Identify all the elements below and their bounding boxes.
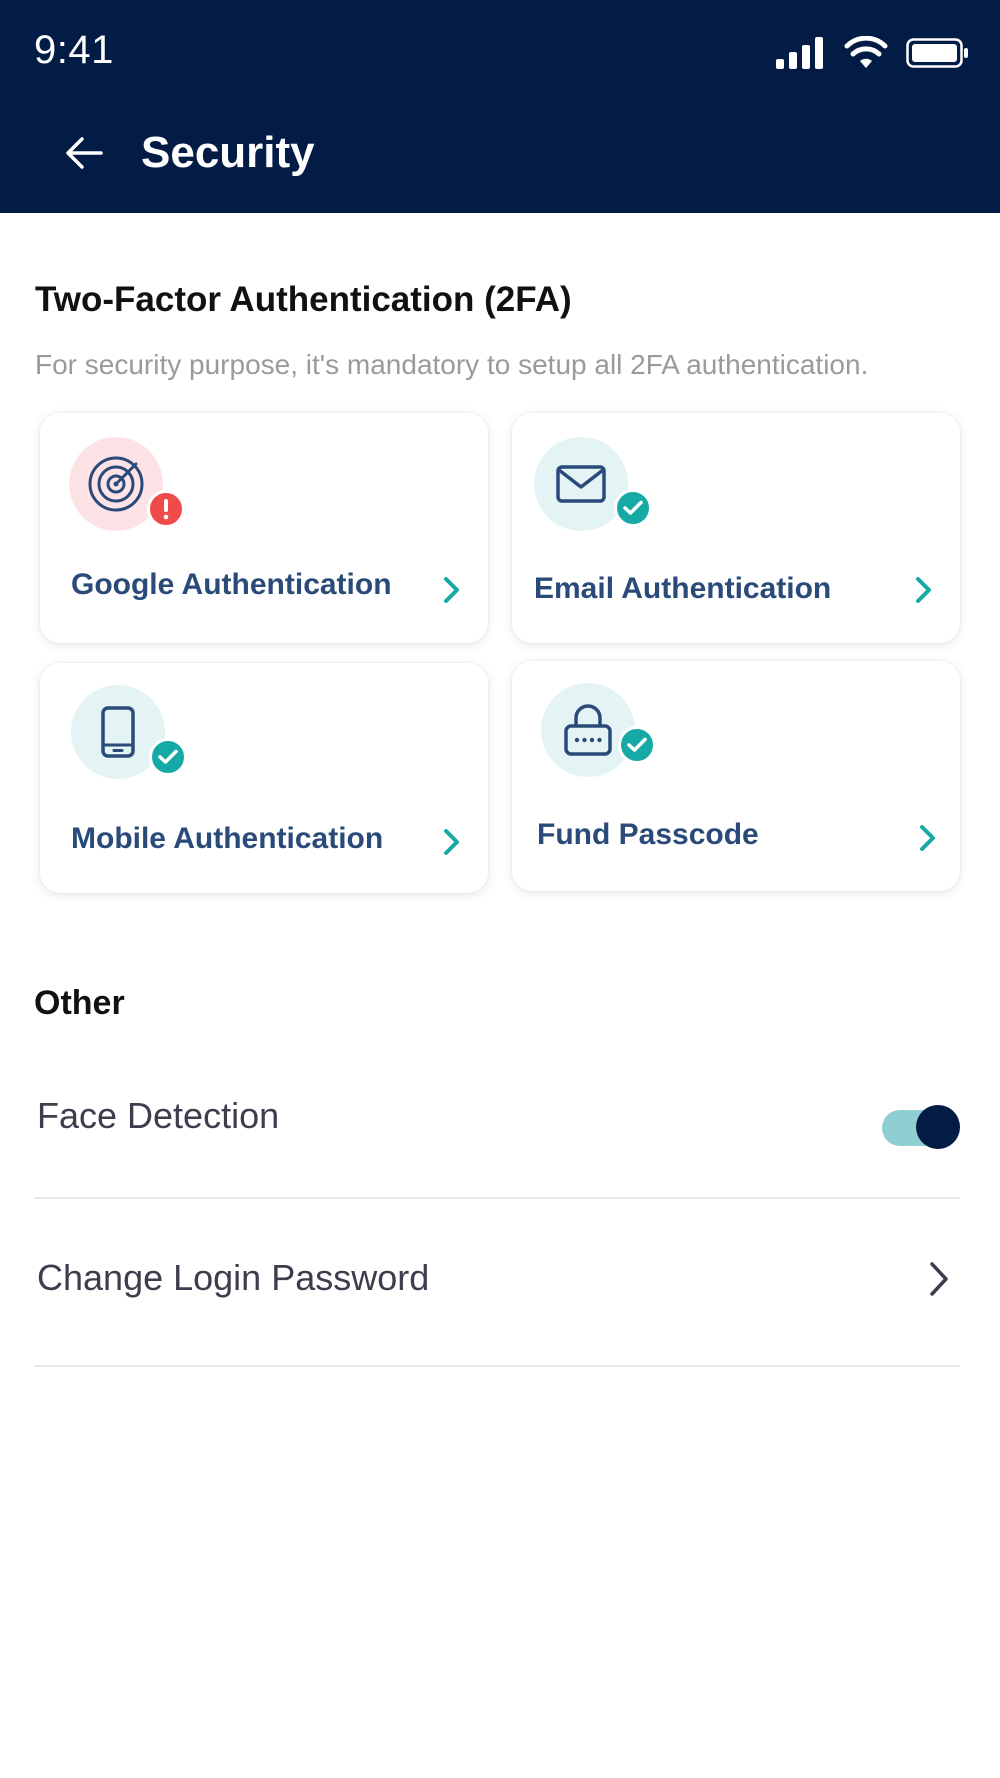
chevron-right-icon [444,577,459,603]
chevron-right-icon [916,577,931,603]
signal-icon [776,37,823,69]
chevron-right-icon[interactable] [928,1260,950,1298]
card-label: Google Authentication [71,568,392,601]
fund-passcode-card[interactable]: Fund Passcode [512,661,960,891]
page-title: Security [141,128,315,177]
battery-icon [906,38,968,68]
wifi-icon [844,36,888,68]
divider [34,1365,960,1367]
app-header: 9:41 Security [0,0,1000,213]
google-auth-card[interactable]: Google Authentication [40,413,488,643]
mail-icon [534,437,628,531]
status-icons [776,36,970,70]
face-detection-label: Face Detection [37,1095,280,1136]
card-label: Fund Passcode [537,818,759,851]
mobile-auth-card[interactable]: Mobile Authentication [40,663,488,893]
card-label: Email Authentication [534,572,832,605]
section-title-2fa: Two-Factor Authentication (2FA) [35,280,572,319]
check-badge-icon [618,726,656,764]
lock-icon [541,683,635,777]
status-time: 9:41 [34,28,114,72]
card-label: Mobile Authentication [71,822,384,855]
section-title-other: Other [34,984,125,1022]
toggle-knob [916,1105,960,1149]
check-badge-icon [149,738,187,776]
arrow-left-icon [66,137,103,169]
email-auth-card[interactable]: Email Authentication [512,413,960,643]
back-button[interactable] [60,128,110,178]
divider [34,1197,960,1199]
check-badge-icon [614,489,652,527]
change-password-row[interactable]: Change Login Password [37,1257,429,1299]
warning-badge-icon [147,490,185,528]
section-description-2fa: For security purpose, it's mandatory to … [35,349,869,380]
face-detection-toggle[interactable] [882,1105,960,1149]
chevron-right-icon [920,825,935,851]
chevron-right-icon [444,829,459,855]
